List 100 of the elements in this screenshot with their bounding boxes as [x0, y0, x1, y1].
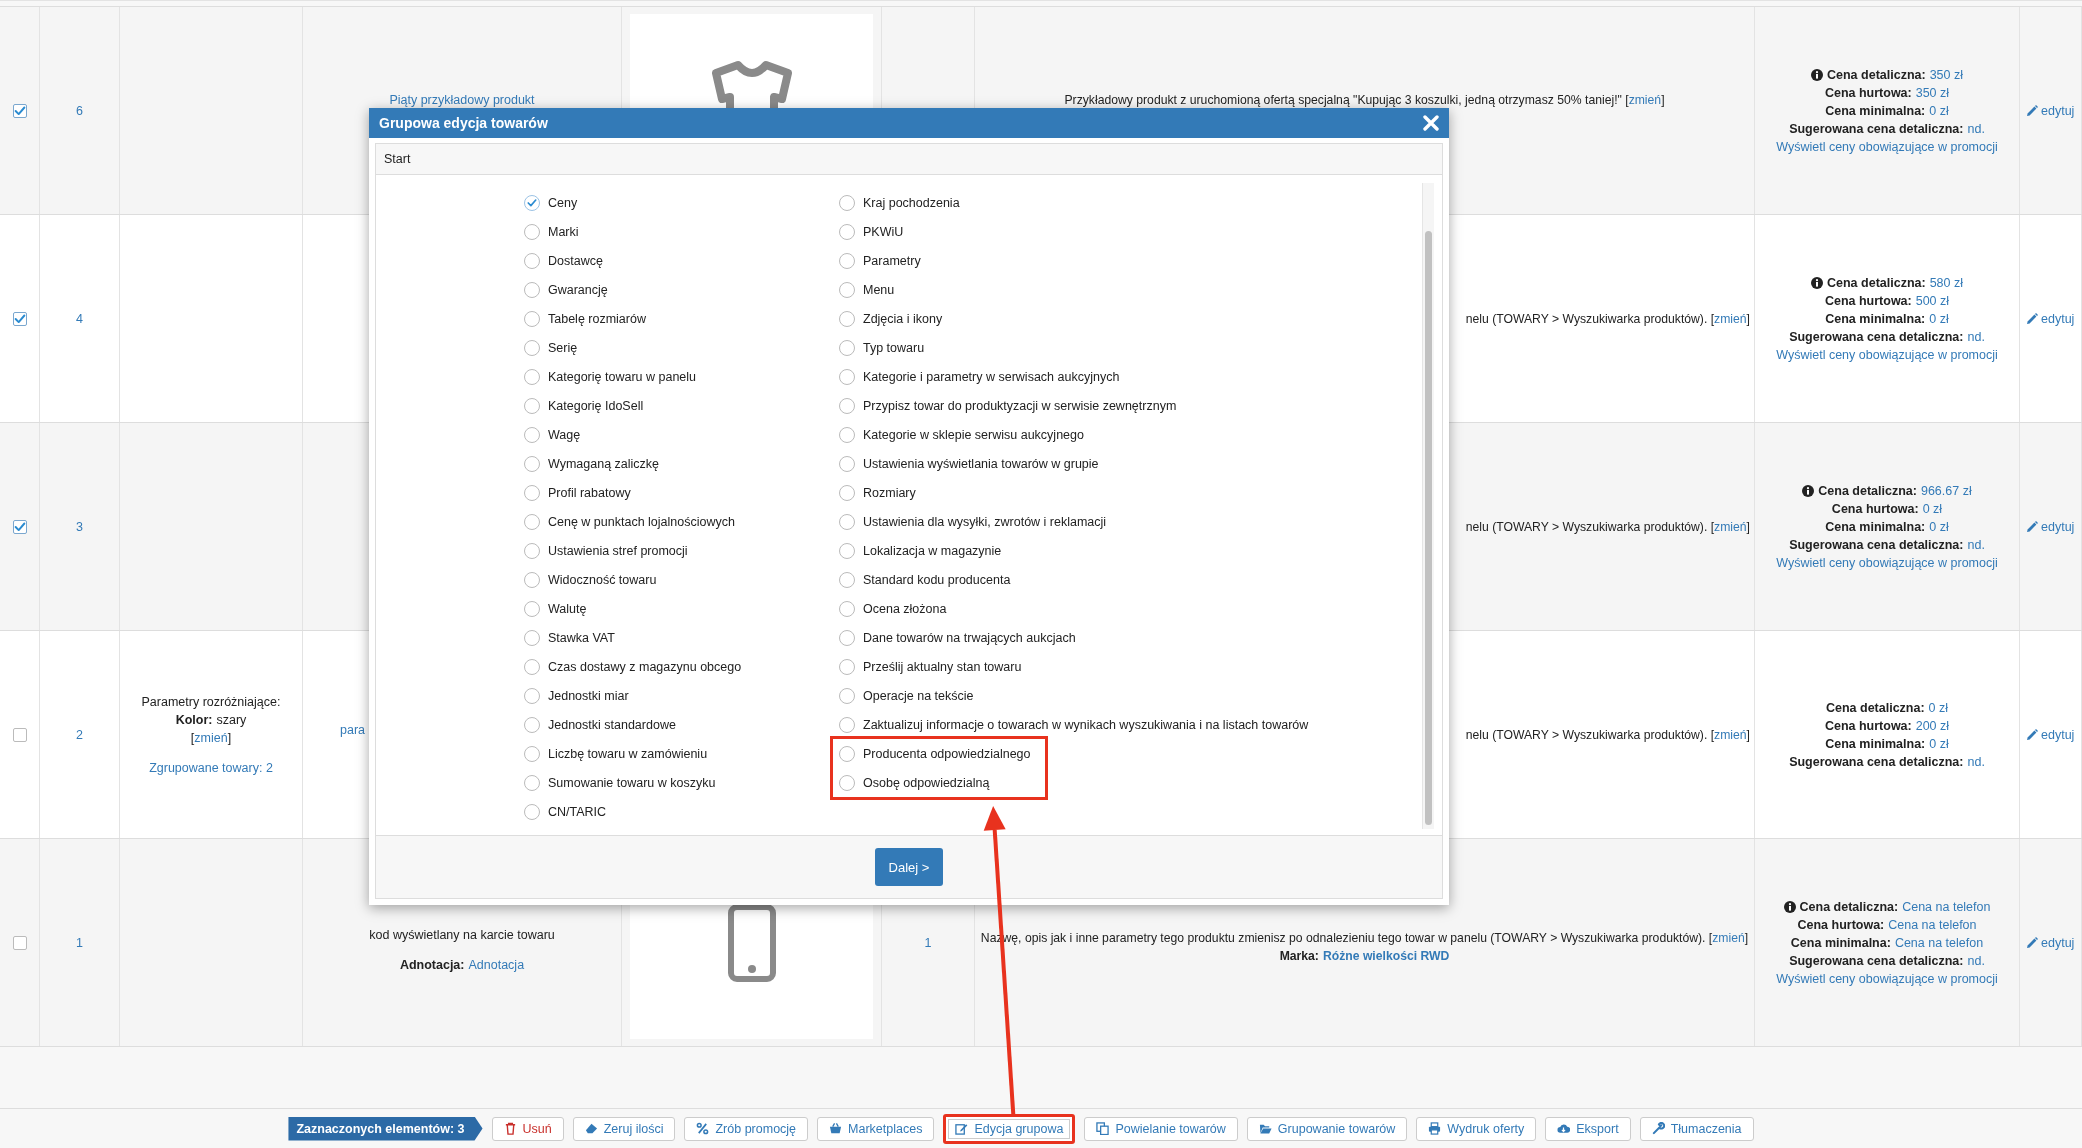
- radio-button[interactable]: [839, 687, 855, 704]
- option-label[interactable]: Kategorię IdoSell: [548, 398, 644, 413]
- next-button[interactable]: Dalej >: [874, 848, 944, 886]
- option-label[interactable]: Tabelę rozmiarów: [548, 311, 646, 326]
- option-label[interactable]: Czas dostawy z magazynu obcego: [548, 659, 742, 674]
- radio-button[interactable]: [524, 339, 540, 356]
- radio-button[interactable]: [524, 803, 540, 820]
- option-label[interactable]: CN/TARIC: [548, 804, 607, 819]
- option-label[interactable]: Stawka VAT: [548, 630, 615, 645]
- product-name-link[interactable]: Piąty przykładowy produkt: [389, 90, 535, 109]
- option-label[interactable]: Jednostki miar: [548, 688, 629, 703]
- row-number-link[interactable]: 1: [76, 933, 83, 952]
- option-label[interactable]: Jednostki standardowe: [548, 717, 676, 732]
- checkbox[interactable]: [12, 103, 27, 118]
- change-link[interactable]: zmień: [194, 730, 228, 745]
- option-label[interactable]: Osobę odpowiedzialną: [863, 775, 990, 790]
- checkbox[interactable]: [12, 935, 27, 950]
- radio-button[interactable]: [839, 281, 855, 298]
- radio-button[interactable]: [524, 629, 540, 646]
- row-number-link[interactable]: 3: [76, 517, 83, 536]
- radio-button[interactable]: [524, 281, 540, 298]
- edit-link[interactable]: edytuj: [2026, 725, 2075, 744]
- radio-button[interactable]: [524, 774, 540, 791]
- option-label[interactable]: Profil rabatowy: [548, 485, 631, 500]
- product-name-link[interactable]: para: [340, 720, 366, 739]
- option-label[interactable]: Serię: [548, 340, 578, 355]
- promotion-prices-link[interactable]: Wyświetl ceny obowiązujące w promocji: [1776, 345, 1998, 364]
- option-label[interactable]: Zdjęcia i ikony: [863, 311, 943, 326]
- option-label[interactable]: Ustawienia wyświetlania towarów w grupie: [863, 456, 1099, 471]
- toolbar-button[interactable]: Zrób promocję: [684, 1116, 809, 1141]
- radio-button[interactable]: [839, 484, 855, 501]
- toolbar-button[interactable]: Grupowanie towarów: [1246, 1116, 1408, 1141]
- change-link[interactable]: zmień: [1714, 311, 1747, 326]
- radio-button[interactable]: [524, 252, 540, 269]
- change-link[interactable]: zmień: [1714, 727, 1747, 742]
- radio-button[interactable]: [524, 310, 540, 327]
- option-label[interactable]: Standard kodu producenta: [863, 572, 1011, 587]
- change-link[interactable]: zmień: [1712, 930, 1745, 945]
- option-label[interactable]: PKWiU: [863, 224, 904, 239]
- toolbar-button[interactable]: Usuń: [491, 1116, 564, 1141]
- option-label[interactable]: Dane towarów na trwających aukcjach: [863, 630, 1076, 645]
- promotion-prices-link[interactable]: Wyświetl ceny obowiązujące w promocji: [1776, 553, 1998, 572]
- radio-button[interactable]: [839, 658, 855, 675]
- scrollbar[interactable]: [1422, 183, 1434, 829]
- promotion-prices-link[interactable]: Wyświetl ceny obowiązujące w promocji: [1776, 969, 1998, 988]
- radio-button[interactable]: [839, 745, 855, 762]
- option-label[interactable]: Sumowanie towaru w koszyku: [548, 775, 716, 790]
- option-label[interactable]: Operacje na tekście: [863, 688, 974, 703]
- row-number-link[interactable]: 4: [76, 309, 83, 328]
- option-label[interactable]: Ceny: [548, 195, 578, 210]
- close-button[interactable]: [1421, 113, 1441, 133]
- option-label[interactable]: Ustawienia stref promocji: [548, 543, 688, 558]
- radio-button[interactable]: [839, 194, 855, 211]
- radio-button[interactable]: [839, 223, 855, 240]
- option-label[interactable]: Przypisz towar do produktyzacji w serwisie zewnętrznym: [863, 398, 1177, 413]
- radio-button[interactable]: [839, 426, 855, 443]
- edit-link[interactable]: edytuj: [2026, 933, 2075, 952]
- radio-button[interactable]: [524, 745, 540, 762]
- option-label[interactable]: Dostawcę: [548, 253, 603, 268]
- row-number-link[interactable]: 6: [76, 101, 83, 120]
- radio-button[interactable]: [839, 600, 855, 617]
- radio-button[interactable]: [524, 542, 540, 559]
- option-label[interactable]: Wymaganą zaliczkę: [548, 456, 660, 471]
- option-label[interactable]: Prześlij aktualny stan towaru: [863, 659, 1022, 674]
- toolbar-button[interactable]: Powielanie towarów: [1084, 1116, 1238, 1141]
- option-label[interactable]: Kraj pochodzenia: [863, 195, 960, 210]
- radio-button[interactable]: [524, 600, 540, 617]
- option-label[interactable]: Cenę w punktach lojalnościowych: [548, 514, 735, 529]
- radio-button[interactable]: [839, 542, 855, 559]
- checkbox[interactable]: [12, 311, 27, 326]
- radio-button[interactable]: [839, 629, 855, 646]
- toolbar-button[interactable]: Wydruk oferty: [1416, 1116, 1537, 1141]
- radio-button[interactable]: [524, 571, 540, 588]
- checkbox[interactable]: [12, 727, 27, 742]
- toolbar-button[interactable]: Zeruj ilości: [572, 1116, 676, 1141]
- toolbar-button[interactable]: Tłumaczenia: [1639, 1116, 1754, 1141]
- option-label[interactable]: Gwarancję: [548, 282, 608, 297]
- option-label[interactable]: Ocena złożona: [863, 601, 947, 616]
- edit-link[interactable]: edytuj: [2026, 101, 2075, 120]
- radio-button[interactable]: [524, 455, 540, 472]
- row-number-link[interactable]: 2: [76, 725, 83, 744]
- radio-button[interactable]: [524, 223, 540, 240]
- radio-button[interactable]: [839, 571, 855, 588]
- option-label[interactable]: Parametry: [863, 253, 921, 268]
- radio-button[interactable]: [524, 658, 540, 675]
- option-label[interactable]: Rozmiary: [863, 485, 916, 500]
- option-label[interactable]: Wagę: [548, 427, 581, 442]
- radio-button[interactable]: [839, 397, 855, 414]
- option-label[interactable]: Kategorie w sklepie serwisu aukcyjnego: [863, 427, 1084, 442]
- radio-button[interactable]: [524, 194, 540, 211]
- radio-button[interactable]: [839, 339, 855, 356]
- option-label[interactable]: Walutę: [548, 601, 587, 616]
- option-label[interactable]: Menu: [863, 282, 895, 297]
- option-label[interactable]: Liczbę towaru w zamówieniu: [548, 746, 708, 761]
- radio-button[interactable]: [524, 426, 540, 443]
- radio-button[interactable]: [524, 513, 540, 530]
- brand-link[interactable]: Różne wielkości RWD: [1322, 948, 1450, 963]
- quantity-link[interactable]: 1: [924, 933, 932, 952]
- edit-link[interactable]: edytuj: [2026, 309, 2075, 328]
- radio-button[interactable]: [524, 484, 540, 501]
